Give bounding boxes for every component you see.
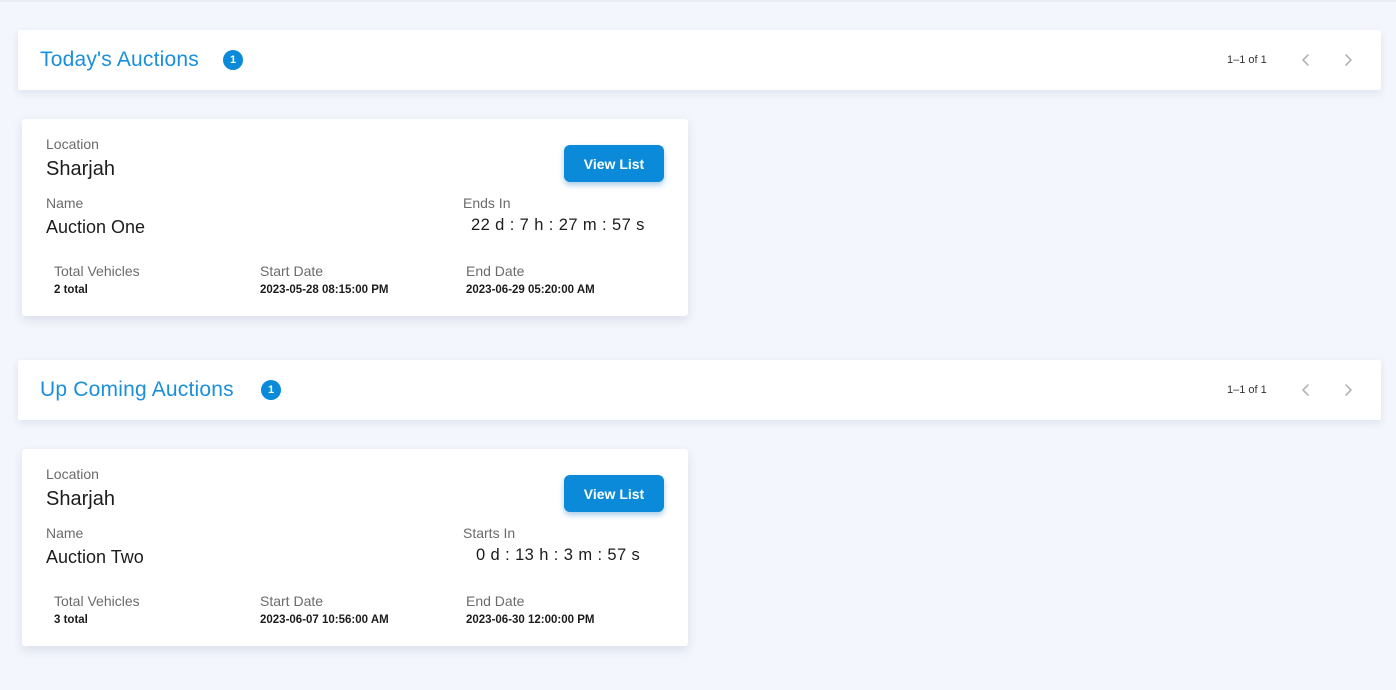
countdown-timer: 0 d : 13 h : 3 m : 57 s xyxy=(476,546,641,564)
todays-auctions-header: Today's Auctions 1 1–1 of 1 xyxy=(18,30,1381,90)
auction-card-today: Location Sharjah View List Name Auction … xyxy=(22,119,688,316)
auction-name: Auction Two xyxy=(46,547,144,567)
chevron-right-icon xyxy=(1345,384,1352,396)
location-label: Location xyxy=(46,136,99,152)
upcoming-prev-page-button[interactable] xyxy=(1294,378,1318,402)
upcoming-next-page-button[interactable] xyxy=(1336,378,1360,402)
location-label: Location xyxy=(46,466,99,482)
start-date-value: 2023-06-07 10:56:00 AM xyxy=(260,614,389,626)
location-value: Sharjah xyxy=(46,488,115,510)
start-date-label: Start Date xyxy=(260,593,324,609)
view-list-button[interactable]: View List xyxy=(564,475,664,512)
total-vehicles-value: 2 total xyxy=(54,284,88,296)
total-vehicles-label: Total Vehicles xyxy=(54,263,140,279)
view-list-button[interactable]: View List xyxy=(564,145,664,182)
todays-pagination-range: 1–1 of 1 xyxy=(1227,54,1267,66)
todays-next-page-button[interactable] xyxy=(1336,48,1360,72)
total-vehicles-value: 3 total xyxy=(54,614,88,626)
chevron-right-icon xyxy=(1345,54,1352,66)
end-date-value: 2023-06-30 12:00:00 PM xyxy=(466,614,595,626)
chevron-left-icon xyxy=(1302,384,1309,396)
auction-card-upcoming: Location Sharjah View List Name Auction … xyxy=(22,449,688,646)
upcoming-auctions-count-badge: 1 xyxy=(261,380,281,400)
ends-in-label: Ends In xyxy=(463,195,511,211)
chevron-left-icon xyxy=(1302,54,1309,66)
end-date-value: 2023-06-29 05:20:00 AM xyxy=(466,284,595,296)
name-label: Name xyxy=(46,195,84,211)
auction-name: Auction One xyxy=(46,217,146,237)
upcoming-auctions-header: Up Coming Auctions 1 1–1 of 1 xyxy=(18,360,1381,420)
start-date-label: Start Date xyxy=(260,263,324,279)
top-divider xyxy=(0,0,1396,2)
start-date-value: 2023-05-28 08:15:00 PM xyxy=(260,284,389,296)
countdown-timer: 22 d : 7 h : 27 m : 57 s xyxy=(471,216,645,234)
name-label: Name xyxy=(46,525,84,541)
starts-in-label: Starts In xyxy=(463,525,516,541)
end-date-label: End Date xyxy=(466,593,525,609)
todays-auctions-title: Today's Auctions xyxy=(40,48,199,71)
end-date-label: End Date xyxy=(466,263,525,279)
location-value: Sharjah xyxy=(46,158,115,180)
total-vehicles-label: Total Vehicles xyxy=(54,593,140,609)
upcoming-pagination-range: 1–1 of 1 xyxy=(1227,384,1267,396)
upcoming-auctions-title: Up Coming Auctions xyxy=(40,378,234,401)
todays-prev-page-button[interactable] xyxy=(1294,48,1318,72)
todays-auctions-count-badge: 1 xyxy=(223,50,243,70)
